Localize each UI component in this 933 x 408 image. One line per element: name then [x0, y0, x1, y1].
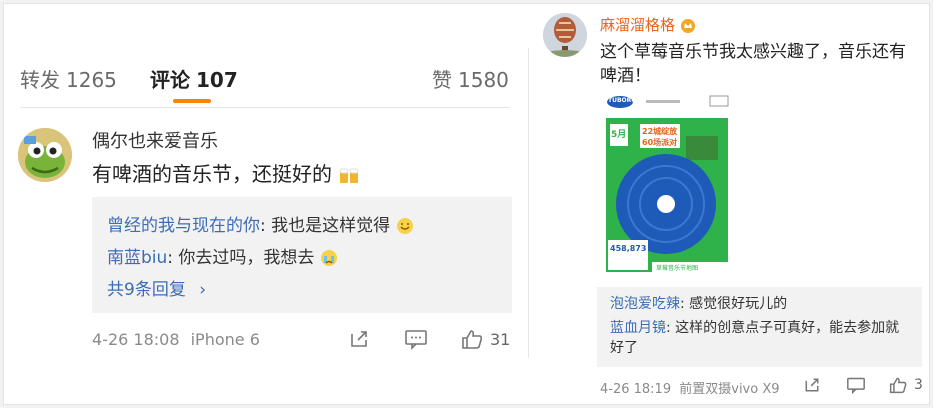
- panel-divider: [528, 48, 529, 358]
- smile-emoji-icon: [396, 218, 413, 234]
- reply-author[interactable]: 曾经的我与现在的你: [107, 216, 260, 236]
- reply-text: : 感觉很好玩儿的: [680, 296, 788, 312]
- poster-bottom-label: 草莓音乐节地图: [656, 265, 699, 272]
- avatar[interactable]: [18, 128, 72, 182]
- username-label: 麻溜溜格格: [600, 16, 676, 34]
- reply-author[interactable]: 泡泡爱吃辣: [610, 296, 680, 312]
- reply-item: 蓝血月镜: 这样的创意点子可真好，能去参加就好了: [610, 318, 910, 358]
- comment-time: 4-26 18:08: [92, 330, 180, 349]
- reply-item: 曾经的我与现在的你: 我也是这样觉得: [107, 211, 414, 236]
- reply-author[interactable]: 蓝血月镜: [610, 320, 666, 336]
- poster-brand: TUBORG: [608, 97, 637, 104]
- tab-repost[interactable]: 转发 1265: [20, 64, 117, 93]
- poster-count: 458,873: [610, 244, 647, 253]
- reply-item: 泡泡爱吃辣: 感觉很好玩儿的: [610, 294, 787, 314]
- tab-comment-count: 107: [196, 68, 238, 92]
- tab-comment[interactable]: 评论 107: [150, 64, 238, 93]
- tab-like[interactable]: 赞 1580: [432, 64, 509, 93]
- comment-text: 有啤酒的音乐节，还挺好的: [92, 158, 360, 187]
- festival-poster-image[interactable]: TUBORG 5月 22城绽放 60场派对 458,873 草莓音乐节地图: [604, 92, 730, 272]
- poster-date: 5月: [611, 130, 627, 140]
- chevron-right-icon: ›: [199, 280, 207, 300]
- comment-meta: 4-26 18:08 iPhone 6: [92, 330, 260, 349]
- like-button[interactable]: 31: [460, 328, 510, 350]
- frog-avatar-icon: [18, 128, 72, 182]
- share-button[interactable]: [348, 328, 370, 350]
- comment-icon: [405, 330, 427, 350]
- comment-button[interactable]: [404, 328, 428, 350]
- reply-list: 泡泡爱吃辣: 感觉很好玩儿的 蓝血月镜: 这样的创意点子可真好，能去参加就好了: [597, 287, 922, 367]
- tab-bar: 转发 1265 评论 107 赞 1580: [20, 64, 510, 94]
- tab-repost-label: 转发: [20, 68, 60, 92]
- comment-icon: [847, 377, 865, 394]
- comment-text: 这个草莓音乐节我太感兴趣了，音乐还有啤酒！: [600, 42, 906, 86]
- share-icon: [351, 331, 367, 347]
- tab-repost-count: 1265: [66, 68, 117, 92]
- tab-like-count: 1580: [458, 68, 509, 92]
- tab-comment-label: 评论: [150, 68, 190, 92]
- poster-badge-line1: 22城绽放: [642, 127, 678, 136]
- balloon-avatar-icon: [543, 13, 587, 57]
- comment-username[interactable]: 偶尔也来爱音乐: [92, 127, 218, 153]
- beer-emoji-icon: [339, 168, 359, 183]
- cry-emoji-icon: [320, 250, 337, 266]
- reply-text: : 我也是这样觉得: [260, 216, 391, 236]
- comment-device: 前置双摄vivo X9: [679, 382, 780, 397]
- view-more-replies-link[interactable]: 共9条回复 ›: [107, 275, 206, 300]
- poster-badge-line2: 60场派对: [642, 138, 678, 147]
- comment-device: iPhone 6: [190, 330, 260, 349]
- comment-body: 有啤酒的音乐节，还挺好的: [92, 162, 332, 186]
- reply-author[interactable]: 南蓝biu: [107, 248, 167, 268]
- reply-list: 曾经的我与现在的你: 我也是这样觉得 南蓝biu: 你去过吗，我想去 共9条回复…: [92, 197, 512, 313]
- thumbs-up-icon: [889, 377, 907, 394]
- share-button[interactable]: [803, 376, 821, 394]
- comment-username[interactable]: 麻溜溜格格: [600, 14, 696, 35]
- comment-button[interactable]: [846, 376, 866, 394]
- thumbs-up-icon: [462, 330, 483, 349]
- comment-meta: 4-26 18:19 前置双摄vivo X9: [600, 378, 780, 397]
- avatar[interactable]: [543, 13, 587, 57]
- comment-time: 4-26 18:19: [600, 382, 672, 397]
- reply-item: 南蓝biu: 你去过吗，我想去: [107, 243, 338, 268]
- tab-like-label: 赞: [432, 68, 452, 92]
- more-replies-label: 共9条回复: [107, 280, 186, 300]
- like-count: 3: [914, 377, 923, 393]
- like-count: 31: [490, 329, 511, 349]
- reply-text: : 你去过吗，我想去: [167, 248, 315, 268]
- vip-crown-icon: [680, 18, 695, 33]
- like-button[interactable]: 3: [888, 376, 923, 394]
- tab-divider: [20, 107, 510, 108]
- share-icon: [805, 378, 819, 392]
- active-tab-indicator: [173, 99, 211, 103]
